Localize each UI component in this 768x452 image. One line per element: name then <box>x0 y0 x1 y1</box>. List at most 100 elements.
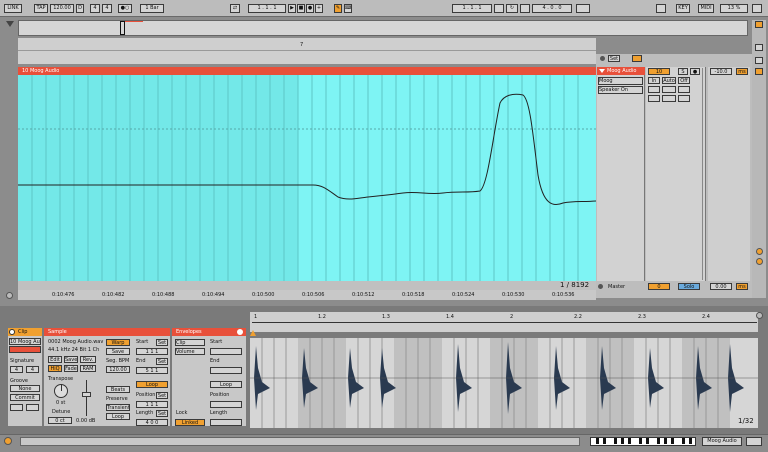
clip-view-expand-icon[interactable] <box>756 312 763 319</box>
edit-button[interactable]: Edit <box>48 356 62 363</box>
tempo-field[interactable]: 120.00 <box>50 4 74 13</box>
set-label[interactable]: Set <box>608 55 620 62</box>
signature-numerator[interactable]: 4 <box>10 366 23 373</box>
zoom-out-icon[interactable] <box>756 258 763 265</box>
gain-slider-thumb[interactable] <box>82 392 91 397</box>
follow-button[interactable]: ⇄ <box>230 4 240 13</box>
cpu-overload-button[interactable] <box>656 4 666 13</box>
master-volume[interactable]: 0.00 <box>710 283 732 290</box>
automation-envelope[interactable] <box>18 75 596 281</box>
arrangement-expand-icon[interactable] <box>6 292 13 299</box>
arrangement-scrollbar[interactable] <box>18 281 596 290</box>
warp-mode-chooser[interactable]: Beats <box>106 386 130 393</box>
gain-slider[interactable] <box>86 380 87 416</box>
quantize-menu[interactable]: 1 Bar <box>140 4 164 13</box>
env-loop-button[interactable]: Loop <box>210 381 242 388</box>
clip-color-chooser[interactable] <box>9 346 41 353</box>
envelope-control-chooser[interactable]: Volume <box>175 348 205 355</box>
meter-denominator[interactable]: 4 <box>102 4 112 13</box>
loop-mode-chooser[interactable]: Loop <box>106 413 130 420</box>
link-button[interactable]: LINK <box>4 4 22 13</box>
solo-button[interactable]: S <box>678 68 688 75</box>
reverse-button[interactable]: Rev. <box>80 356 96 363</box>
loop-brace[interactable] <box>252 322 757 323</box>
overview-view-box[interactable] <box>120 21 125 35</box>
envelopes-close-icon[interactable] <box>237 329 243 335</box>
set-start-button[interactable]: Set <box>156 339 168 346</box>
ram-button[interactable]: RAM <box>80 365 96 372</box>
master-number[interactable]: 0 <box>648 283 670 290</box>
midi-map-button[interactable]: MIDI <box>698 4 714 13</box>
tempo-nudge[interactable]: D <box>76 4 84 13</box>
length-field[interactable]: 4 0 0 <box>136 419 168 426</box>
master-ms[interactable]: ms <box>736 283 748 290</box>
start-field[interactable]: 1 1 1 <box>136 348 168 355</box>
env-position-field[interactable] <box>210 401 242 408</box>
envelope-device-chooser[interactable]: Clip <box>175 339 205 346</box>
preserve-chooser[interactable]: Transients <box>106 404 130 411</box>
record-button[interactable]: ● <box>306 4 314 13</box>
input-channel-chooser[interactable]: Speaker On <box>598 86 643 94</box>
end-field[interactable]: 5 1 1 <box>136 367 168 374</box>
beat-ruler[interactable] <box>18 38 596 64</box>
fade-button[interactable]: Fade <box>64 365 78 372</box>
clip-name-field[interactable]: 10 Moog Audio <box>9 338 41 345</box>
stop-button[interactable]: ■ <box>297 4 305 13</box>
save-warp-button[interactable]: Save <box>106 348 130 355</box>
master-fold-icon[interactable] <box>598 284 603 289</box>
monitor-off-button[interactable]: Off <box>678 77 690 84</box>
track-header-bar[interactable] <box>18 67 596 75</box>
set-button[interactable] <box>600 56 605 61</box>
automation-lane[interactable] <box>18 75 596 281</box>
set-position-button[interactable]: Set <box>156 392 168 399</box>
seg-bpm-field[interactable]: 120.00 <box>106 366 130 373</box>
input-type-chooser[interactable]: Moog <box>598 77 643 85</box>
arm-button[interactable]: ● <box>690 68 700 75</box>
start-marker-icon[interactable] <box>250 330 256 336</box>
commit-button[interactable]: Commit <box>10 394 40 401</box>
key-map-button[interactable]: KEY <box>676 4 690 13</box>
loop-switch[interactable]: ↻ <box>506 4 518 13</box>
save-button[interactable]: Save <box>64 356 78 363</box>
orange-indicator[interactable] <box>632 55 642 62</box>
track-selector[interactable]: Moog Audio <box>702 437 742 446</box>
linked-button[interactable]: Linked <box>175 419 205 426</box>
monitor-auto-button[interactable]: Auto <box>662 77 676 84</box>
draw-mode-button[interactable]: ✎ <box>334 4 342 13</box>
meter-numerator[interactable]: 4 <box>90 4 100 13</box>
punch-out-button[interactable] <box>520 4 530 13</box>
position-field[interactable]: 1 1 1 <box>136 401 168 408</box>
computer-keyboard-button[interactable]: ⌨ <box>344 4 352 13</box>
draw-grid-button[interactable] <box>576 4 590 13</box>
monitor-in-button[interactable]: In <box>648 77 660 84</box>
arrangement-position[interactable]: 1 . 1 . 1 <box>248 4 286 13</box>
punch-in-button[interactable] <box>494 4 504 13</box>
track-activator[interactable]: 10 <box>648 68 670 75</box>
automation-value-field[interactable]: -10.0 <box>710 68 732 75</box>
collapse-arrow-icon[interactable] <box>6 21 14 27</box>
hiq-button[interactable]: HiQ <box>48 365 62 372</box>
waveform-display[interactable] <box>250 338 758 428</box>
master-solo[interactable]: Solo <box>678 283 700 290</box>
loop-start-field[interactable]: 1 . 1 . 1 <box>452 4 492 13</box>
ms-button[interactable]: ms <box>736 68 748 75</box>
detune-field[interactable]: 0 ct <box>48 417 72 424</box>
signature-denominator[interactable]: 4 <box>26 366 39 373</box>
overview-strip[interactable] <box>18 20 748 36</box>
send-field[interactable] <box>678 86 690 93</box>
tap-button[interactable]: TAP <box>34 4 48 13</box>
send-a-field[interactable] <box>648 95 660 102</box>
nudge-back-button[interactable] <box>10 404 23 411</box>
pan-field[interactable] <box>662 86 676 93</box>
loop-length-field[interactable]: 4 . 0 . 0 <box>532 4 572 13</box>
env-start-field[interactable] <box>210 348 242 355</box>
status-right-button[interactable] <box>746 437 762 446</box>
clip-activator-icon[interactable] <box>9 329 15 335</box>
overdub-button[interactable]: + <box>315 4 323 13</box>
set-length-button[interactable]: Set <box>156 410 168 417</box>
env-length-field[interactable] <box>210 419 242 426</box>
status-left-icon[interactable] <box>4 437 12 445</box>
keyboard-display[interactable] <box>590 437 696 446</box>
send-c-field[interactable] <box>678 95 690 102</box>
mixer-toggle[interactable] <box>755 68 763 75</box>
